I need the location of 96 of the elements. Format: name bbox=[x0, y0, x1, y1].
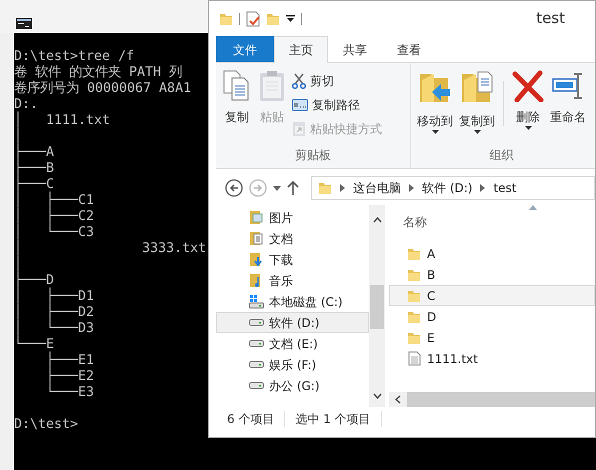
drive-icon bbox=[249, 361, 264, 368]
file-row[interactable]: 1111.txt bbox=[389, 348, 595, 369]
console-line: ├───E1 bbox=[45, 353, 94, 368]
console-line: ├───C bbox=[14, 177, 54, 192]
drive-icon bbox=[249, 340, 264, 347]
up-arrow-icon[interactable] bbox=[287, 180, 299, 196]
console-line: D:\test>tree /f bbox=[14, 49, 134, 64]
properties-icon[interactable] bbox=[246, 10, 260, 26]
console-prompt: D:\test> bbox=[14, 417, 78, 433]
chevron-icon bbox=[480, 184, 486, 192]
nav-item[interactable]: 图片 bbox=[216, 207, 369, 228]
ribbon-tab[interactable]: 主页 bbox=[274, 36, 328, 63]
console-line: │ 1111.txt bbox=[14, 113, 110, 128]
console-line: │ ├───C2 bbox=[14, 209, 94, 224]
console-line: │ 3333.txt bbox=[14, 241, 206, 256]
console-line: 卷 软件 的文件夹 PATH 列 bbox=[14, 65, 182, 80]
file-row[interactable]: D bbox=[389, 306, 595, 327]
console-line: │ ├───D1 bbox=[14, 289, 94, 304]
folder-icon bbox=[407, 268, 421, 282]
rename-icon bbox=[552, 70, 584, 102]
console-line: │ └───C3 bbox=[14, 225, 94, 240]
file-row[interactable]: C bbox=[389, 285, 595, 306]
console-line: │ └───D3 bbox=[14, 321, 94, 336]
horizontal-scrollbar[interactable] bbox=[389, 392, 595, 407]
ribbon-button[interactable]: 移动到 bbox=[415, 67, 455, 146]
nav-item[interactable]: 娱乐 (F:) bbox=[216, 354, 369, 375]
file-row[interactable]: B bbox=[389, 264, 595, 285]
nav-item[interactable]: 文档 (E:) bbox=[216, 333, 369, 354]
scrollbar-thumb[interactable] bbox=[370, 285, 384, 329]
console-line: D:. bbox=[14, 97, 38, 112]
ribbon-button[interactable]: 剪切 bbox=[290, 71, 384, 91]
ribbon-tab[interactable]: 查看 bbox=[382, 36, 436, 62]
column-header[interactable]: 名称 bbox=[403, 215, 427, 229]
nav-item[interactable]: 音乐 bbox=[216, 270, 369, 291]
file-row[interactable]: E bbox=[389, 327, 595, 348]
console-line: ├───E2 bbox=[45, 369, 94, 384]
ribbon-button[interactable]: 复制到 bbox=[457, 67, 497, 146]
drive-icon bbox=[249, 319, 264, 326]
pictures-folder-icon bbox=[249, 210, 264, 225]
ribbon-button[interactable]: 复制路径 bbox=[290, 95, 384, 115]
nav-item[interactable]: 办公 (G:) bbox=[216, 375, 369, 396]
group-label: 组织 bbox=[490, 147, 514, 164]
nav-item[interactable]: 文档 bbox=[216, 228, 369, 249]
sort-up-icon bbox=[529, 205, 537, 210]
ribbon-button[interactable]: 复制 bbox=[220, 67, 254, 146]
delete-icon bbox=[512, 70, 544, 102]
system-drive-icon bbox=[249, 294, 264, 309]
chevron-icon bbox=[409, 184, 414, 192]
scroll-up-icon[interactable] bbox=[372, 217, 382, 223]
ribbon-tab[interactable]: 共享 bbox=[328, 36, 382, 62]
scroll-down-icon[interactable] bbox=[372, 393, 382, 399]
drive-icon bbox=[249, 382, 264, 389]
nav-item[interactable]: 本地磁盘 (C:) bbox=[216, 291, 369, 312]
back-button[interactable] bbox=[225, 179, 243, 197]
window-title: test bbox=[536, 8, 565, 30]
console-line: 卷序列号为 00000067 A8A1 bbox=[14, 81, 192, 97]
breadcrumb-item[interactable]: 这台电脑 bbox=[353, 179, 401, 197]
breadcrumb-item[interactable]: test bbox=[493, 179, 517, 197]
caret-icon[interactable] bbox=[286, 14, 295, 22]
status-text: 6 个项目 bbox=[227, 411, 274, 428]
file-menu-tab[interactable]: 文件 bbox=[216, 36, 274, 62]
nav-item[interactable]: 下载 bbox=[216, 249, 369, 270]
console-line: │ ├───D2 bbox=[14, 305, 94, 320]
text-file-icon bbox=[407, 351, 421, 366]
chevron-icon bbox=[340, 184, 345, 192]
folder-icon bbox=[407, 246, 421, 260]
scroll-left-icon[interactable] bbox=[395, 395, 401, 404]
scrollbar[interactable] bbox=[369, 205, 385, 407]
documents-folder-icon bbox=[249, 231, 264, 246]
console-line: ├───A bbox=[14, 145, 54, 160]
folder-icon bbox=[407, 330, 421, 344]
console-line: │ bbox=[14, 257, 22, 272]
console-line: ├───B bbox=[14, 161, 54, 176]
clipboard-icon bbox=[258, 70, 286, 102]
console-line: │ ├───C1 bbox=[14, 193, 94, 208]
console-line: └───E bbox=[14, 337, 54, 352]
folder-icon bbox=[407, 310, 421, 324]
ribbon-button[interactable]: 删除 bbox=[510, 67, 546, 146]
shortcut-icon bbox=[292, 121, 306, 137]
breadcrumb-item[interactable]: 软件 (D:) bbox=[422, 179, 472, 197]
folder-icon bbox=[407, 288, 421, 302]
nav-item[interactable]: 软件 (D:) bbox=[216, 312, 369, 333]
file-row[interactable]: A bbox=[389, 243, 595, 264]
status-text: 选中 1 个项目 bbox=[295, 411, 371, 428]
console-line: └───E3 bbox=[45, 385, 94, 401]
ribbon-button[interactable]: 重命名 bbox=[548, 67, 588, 146]
folder-icon bbox=[318, 181, 332, 195]
address-bar[interactable]: 这台电脑 软件 (D:) test bbox=[311, 176, 595, 200]
group-label: 剪贴板 bbox=[295, 147, 331, 164]
scissors-icon bbox=[292, 73, 306, 89]
downloads-folder-icon bbox=[249, 252, 264, 267]
path-icon bbox=[292, 99, 308, 111]
console-line: │ bbox=[14, 129, 22, 144]
console-line: ├───D bbox=[14, 273, 54, 288]
folder-icon bbox=[219, 12, 233, 26]
console-icon bbox=[16, 18, 32, 30]
